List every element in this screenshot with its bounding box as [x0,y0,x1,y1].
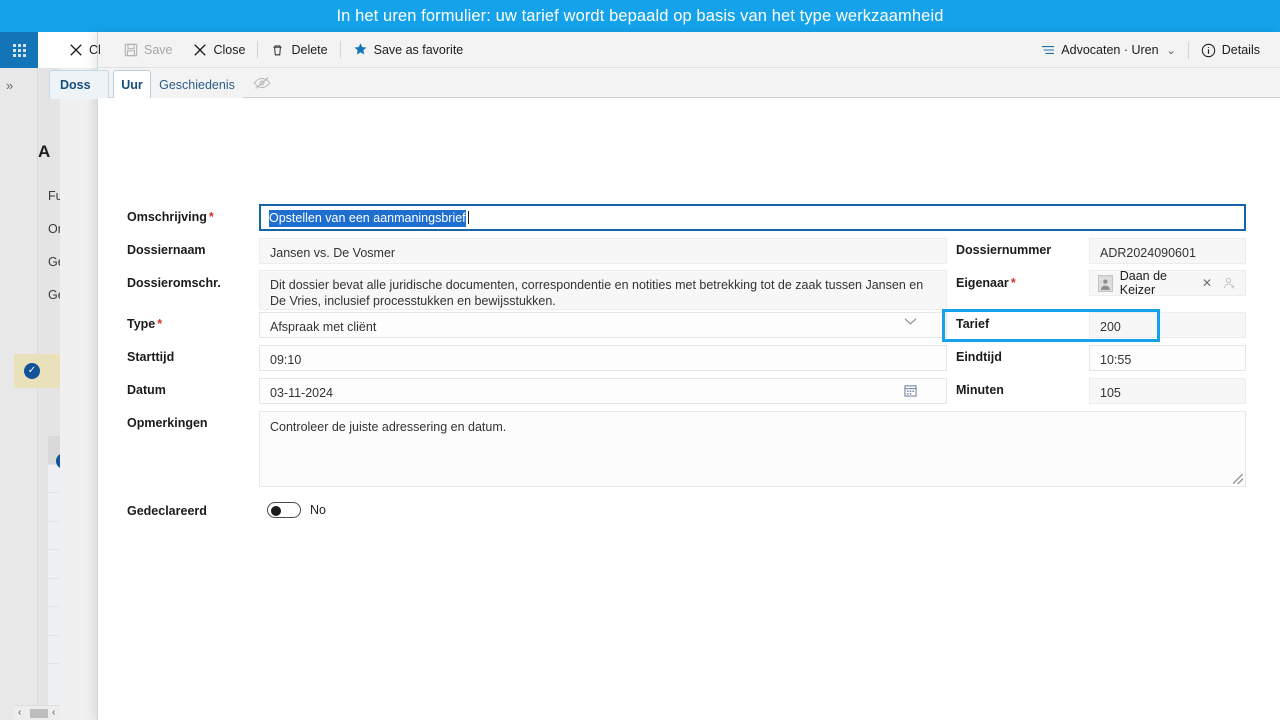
gedeclareerd-toggle[interactable] [267,502,301,518]
resize-grip-icon[interactable] [1233,474,1243,484]
toolbar-divider [257,41,259,58]
person-add-icon[interactable] [1223,276,1237,290]
scrollbar-thumb[interactable] [30,709,48,718]
starttijd-input[interactable]: 09:10 [259,345,947,371]
eigenaar-label: Eigenaar * [956,276,1016,290]
context-selector[interactable]: Advocaten · Uren ⌄ [1030,37,1186,63]
omschrijving-input[interactable]: Opstellen van een aanmaningsbrief [259,204,1246,231]
close-x-icon [193,42,208,57]
minuten-label: Minuten [956,383,1004,397]
text-caret [467,211,469,224]
chevron-down-icon: ⌄ [1166,44,1176,57]
save-button[interactable]: Save [113,37,183,63]
info-circle-icon [1201,43,1216,58]
dossieromschr-label: Dossieromschr. [127,276,221,290]
star-icon [353,42,368,57]
required-marker: * [1010,276,1016,290]
eigenaar-value: Daan de Keizer [1119,269,1167,297]
omschrijving-input-value: Opstellen van een aanmaningsbrief [269,210,466,227]
background-scrollbar-outer[interactable]: ‹ [14,705,48,720]
trash-icon [270,42,285,57]
hour-entry-dialog: Save Close Delete Save as favorite Advoc… [49,32,1280,720]
calendar-icon[interactable] [904,384,917,397]
context-selector-label: Advocaten · Uren [1061,43,1159,57]
datum-label: Datum [127,383,166,397]
tarief-label: Tarief [956,317,990,331]
starttijd-label: Starttijd [127,350,175,364]
tab-uur[interactable]: Uur [113,70,151,99]
eye-slash-icon[interactable] [253,75,271,91]
instruction-banner-text: In het uren formulier: uw tarief wordt b… [336,6,944,25]
tarief-value[interactable]: 200 [1089,312,1246,338]
opmerkingen-value: Controleer de juiste adressering en datu… [270,420,507,434]
behind-panel-strip [60,68,98,720]
background-left-rail: » [0,68,38,720]
screen-root: In het uren formulier: uw tarief wordt b… [0,0,1280,720]
dialog-tabstrip: Doss Uur Geschiedenis [49,68,1280,99]
details-button-label: Details [1221,43,1260,57]
toolbar-divider [339,41,341,58]
background-page-title: A [38,142,51,161]
row-selected-check-icon: ✓ [24,363,40,379]
tab-uur-label: Uur [121,78,143,92]
type-label: Type * [127,317,163,331]
scroll-left-arrow-icon[interactable]: ‹ [18,707,21,718]
close-button[interactable]: Close [183,37,256,63]
required-marker: * [157,317,163,331]
dialog-toolbar: Save Close Delete Save as favorite Advoc… [98,32,1280,68]
delete-button[interactable]: Delete [260,37,337,63]
save-as-favorite-label: Save as favorite [373,42,464,57]
delete-button-label: Delete [291,42,328,57]
dossiernaam-value[interactable]: Jansen vs. De Vosmer [259,238,947,264]
tab-geschiedenis-label: Geschiedenis [159,78,235,92]
details-button[interactable]: Details [1191,37,1270,63]
chevron-down-icon[interactable] [904,317,917,329]
toolbar-divider [1187,41,1189,59]
gedeclareerd-toggle-label: No [310,503,326,517]
instruction-banner: In het uren formulier: uw tarief wordt b… [0,0,1280,32]
behind-tab-dossier[interactable]: Doss [49,70,109,99]
dossieromschr-value[interactable]: Dit dossier bevat alle juridische docume… [259,270,947,310]
save-button-label: Save [144,42,173,57]
eigenaar-remove-icon[interactable]: ✕ [1202,276,1212,290]
toolbar-right-group: Advocaten · Uren ⌄ Details [1030,32,1270,68]
close-button-label: Close [213,42,246,57]
scroll-left-arrow-icon[interactable]: ‹ [52,707,55,718]
required-marker: * [208,210,214,224]
omschrijving-label: Omschrijving * [127,210,214,224]
dossiernummer-value[interactable]: ADR2024090601 [1089,238,1246,264]
app-grid-icon [12,43,26,57]
type-select-value: Afspraak met cliënt [270,320,377,334]
eigenaar-field[interactable]: Daan de Keizer ✕ [1089,269,1246,297]
list-lines-icon [1040,43,1055,58]
opmerkingen-label: Opmerkingen [127,416,208,430]
save-as-favorite-button[interactable]: Save as favorite [343,37,474,63]
dossiernaam-label: Dossiernaam [127,243,206,257]
dossiernummer-label: Dossiernummer [956,243,1052,257]
close-x-icon [68,43,83,58]
type-select[interactable]: Afspraak met cliënt [259,312,947,338]
save-disk-icon [123,42,138,57]
hour-form: Omschrijving * Opstellen van een aanmanin… [98,98,1280,720]
tab-geschiedenis[interactable]: Geschiedenis [151,70,243,99]
dialog-close-label: Cl [89,43,101,57]
dialog-close-button[interactable]: Cl [60,32,112,68]
app-grid-button[interactable] [0,32,38,68]
gedeclareerd-label: Gedeclareerd [127,504,207,518]
gedeclareerd-toggle-group[interactable]: No [267,502,326,518]
eindtijd-value[interactable]: 10:55 [1089,345,1246,371]
eindtijd-label: Eindtijd [956,350,1002,364]
minuten-value[interactable]: 105 [1089,378,1246,404]
chevron-double-right-icon[interactable]: » [6,78,13,93]
opmerkingen-textarea[interactable]: Controleer de juiste adressering en datu… [259,411,1246,487]
person-avatar-icon [1098,274,1113,292]
datum-input[interactable]: 03-11-2024 [259,378,947,404]
